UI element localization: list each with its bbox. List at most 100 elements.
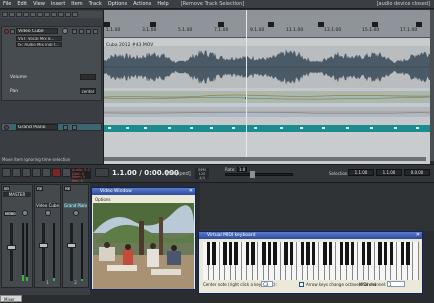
video-options-menu[interactable]: Options [95, 197, 110, 202]
track-fader[interactable] [39, 243, 48, 248]
pan-knob[interactable] [22, 210, 28, 216]
fx-button[interactable]: FX [36, 186, 43, 191]
video-window[interactable]: Video Window ✕ Options [91, 187, 196, 290]
timeline-ruler[interactable]: 1.1.00 3.1.00 5.1.00 7.1.00 9.1.00 11.1.… [104, 10, 430, 38]
track-name[interactable]: Grand Piano [16, 124, 58, 130]
center-note-field[interactable]: C3 [261, 281, 273, 287]
black-key[interactable] [350, 242, 355, 265]
close-icon[interactable]: ✕ [189, 188, 193, 195]
solo-button[interactable] [72, 125, 77, 130]
fx-slot[interactable]: VST: Vocal Mix 8... [16, 36, 62, 41]
menu-item[interactable]: Item [68, 0, 85, 9]
marker-flag[interactable] [150, 22, 156, 27]
track-folder-button[interactable] [10, 29, 15, 34]
black-key[interactable] [228, 242, 233, 265]
io-button[interactable] [93, 29, 98, 34]
black-key[interactable] [300, 242, 305, 265]
pan-knob[interactable] [45, 210, 51, 216]
video-window-titlebar[interactable]: Video Window ✕ [92, 188, 195, 195]
mono-button[interactable]: MONO [4, 211, 16, 216]
black-key[interactable] [223, 242, 227, 265]
black-key[interactable] [323, 242, 327, 265]
track-row-grand-piano[interactable]: Grand Piano [1, 123, 102, 131]
pan-knob[interactable] [73, 210, 79, 216]
track-name[interactable]: Video Cube [16, 28, 58, 34]
record-arm-button[interactable] [4, 29, 9, 34]
go-to-start-button[interactable] [2, 168, 11, 177]
black-key[interactable] [267, 242, 272, 265]
rate-value[interactable]: 1.0 [237, 167, 247, 172]
black-key[interactable] [234, 242, 238, 265]
black-key[interactable] [289, 242, 294, 265]
mixer-tab[interactable]: Mixer [0, 295, 22, 302]
black-key[interactable] [251, 242, 255, 265]
menu-edit[interactable]: Edit [14, 0, 30, 9]
record-arm-button[interactable] [4, 125, 9, 130]
midi-channel-select[interactable]: 1 [387, 281, 405, 287]
menu-options[interactable]: Options [105, 0, 130, 9]
black-key[interactable] [400, 242, 405, 265]
envelope-value-pan[interactable]: center [80, 88, 96, 94]
marker-flag[interactable] [218, 22, 224, 27]
fx-button[interactable] [86, 29, 91, 34]
black-key[interactable] [339, 242, 344, 265]
marker-flag[interactable] [268, 22, 274, 27]
toolbar-button[interactable] [65, 12, 71, 17]
black-key[interactable] [306, 242, 310, 265]
toolbar-button[interactable] [30, 12, 36, 17]
midi-item-grand-piano[interactable] [104, 125, 430, 132]
toolbar-button[interactable] [51, 12, 57, 17]
toolbar-button[interactable] [16, 12, 22, 17]
menu-track[interactable]: Track [86, 0, 105, 9]
toolbar-button[interactable] [72, 12, 78, 17]
play-button[interactable] [22, 168, 31, 177]
virtual-keyboard-window[interactable]: Virtual MIDI keyboard ✕ Center note (rig… [198, 231, 423, 294]
black-key[interactable] [406, 242, 410, 265]
toolbar-button[interactable] [9, 12, 15, 17]
master-fader[interactable] [7, 245, 16, 250]
black-key[interactable] [383, 242, 388, 265]
marker-flag[interactable] [318, 22, 324, 27]
go-to-end-button[interactable] [12, 168, 21, 177]
track-fader[interactable] [67, 243, 76, 248]
piano-keyboard[interactable] [203, 242, 419, 280]
mute-button[interactable] [72, 29, 77, 34]
selection-end[interactable]: 1.1.00 [376, 169, 402, 176]
toolbar-button[interactable] [2, 12, 8, 17]
toolbar-button[interactable] [23, 12, 29, 17]
keyboard-window-titlebar[interactable]: Virtual MIDI keyboard ✕ [199, 232, 422, 239]
repeat-button[interactable] [62, 168, 71, 177]
mute-button[interactable] [63, 125, 68, 130]
black-key[interactable] [328, 242, 333, 265]
fx-button[interactable]: FX [64, 186, 71, 191]
black-key[interactable] [262, 242, 266, 265]
rate-slider[interactable] [225, 173, 293, 176]
marker-flag[interactable] [372, 22, 378, 27]
black-key[interactable] [378, 242, 382, 265]
solo-button[interactable] [79, 29, 84, 34]
white-key[interactable] [413, 242, 419, 280]
track-row-video-cube[interactable]: Video Cube VST: Vocal Mix 8... JS: Audio… [1, 26, 102, 101]
black-key[interactable] [311, 242, 316, 265]
toolbar-button[interactable] [58, 12, 64, 17]
black-key[interactable] [212, 242, 216, 265]
arrow-keys-checkbox[interactable] [299, 282, 304, 287]
edit-cursor[interactable] [246, 10, 247, 160]
menu-file[interactable]: File [0, 0, 14, 9]
menu-actions[interactable]: Actions [130, 0, 154, 9]
black-key[interactable] [367, 242, 371, 265]
close-icon[interactable]: ✕ [416, 232, 420, 239]
selection-length[interactable]: 0.0.00 [404, 169, 430, 176]
record-button[interactable] [52, 168, 61, 177]
black-key[interactable] [284, 242, 288, 265]
black-key[interactable] [206, 242, 211, 265]
menu-help[interactable]: Help [154, 0, 171, 9]
vertical-scrollbar[interactable] [430, 10, 434, 161]
black-key[interactable] [245, 242, 249, 265]
io-button[interactable]: I/O [3, 186, 10, 191]
bpm-display[interactable]: BPM 120 4/4 [195, 168, 209, 180]
envelope-lanes[interactable] [104, 88, 430, 128]
black-key[interactable] [273, 242, 277, 265]
audio-waveform[interactable] [104, 46, 430, 88]
marker-flag[interactable] [416, 22, 422, 27]
